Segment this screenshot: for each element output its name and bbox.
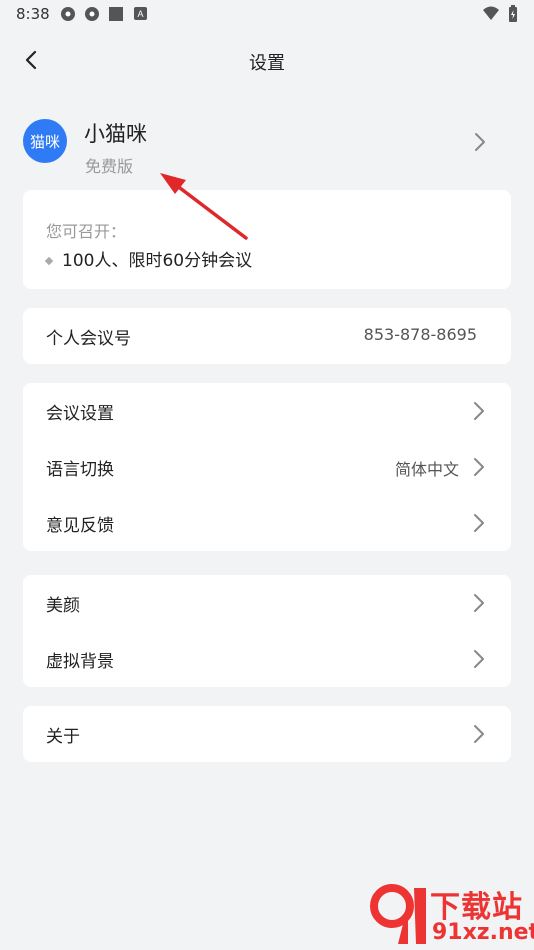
watermark-domain: 91xz.net — [432, 920, 534, 945]
language-row[interactable]: 语言切换 简体中文 — [23, 439, 511, 495]
chevron-right-icon — [474, 725, 484, 743]
virtual-background-label: 虚拟背景 — [46, 652, 114, 672]
wifi-icon — [483, 6, 499, 20]
battery-icon — [509, 5, 517, 22]
meeting-id-row[interactable]: 个人会议号 853-878-8695 — [23, 308, 511, 364]
language-label: 语言切换 — [46, 460, 114, 480]
chevron-right-icon — [475, 133, 485, 151]
meeting-settings-label: 会议设置 — [46, 404, 114, 424]
chevron-right-icon — [474, 594, 484, 612]
feedback-row[interactable]: 意见反馈 — [23, 495, 511, 551]
capability-item: 100人、限时60分钟会议 — [44, 246, 253, 271]
capability-title: 您可召开： — [46, 222, 127, 241]
language-value: 简体中文 — [394, 460, 459, 479]
plan-label: 免费版 — [85, 157, 134, 176]
site-logo-icon — [370, 884, 426, 944]
capability-card: 您可召开： 100人、限时60分钟会议 — [23, 190, 511, 289]
watermark: 下载站 91xz.net — [368, 880, 534, 950]
settings-card: 会议设置 语言切换 简体中文 意见反馈 — [23, 383, 511, 551]
top-bar: 设置 — [0, 38, 534, 82]
square-icon — [109, 7, 123, 21]
bullet-icon — [44, 256, 54, 266]
meeting-id-card: 个人会议号 853-878-8695 — [23, 308, 511, 364]
user-name: 小猫咪 — [84, 122, 147, 146]
status-bar: 8:38 A — [0, 0, 534, 28]
effects-card: 美颜 虚拟背景 — [23, 575, 511, 687]
chevron-right-icon — [474, 514, 484, 532]
notification-icon — [61, 7, 75, 21]
status-time: 8:38 — [16, 5, 50, 23]
profile-row[interactable]: 猫咪 小猫咪 免费版 — [0, 110, 534, 180]
beauty-label: 美颜 — [46, 596, 80, 616]
app-badge-icon: A — [134, 7, 147, 20]
svg-text:A: A — [137, 9, 143, 19]
meeting-id-value: 853-878-8695 — [363, 325, 477, 344]
chevron-right-icon — [474, 458, 484, 476]
about-card: 关于 — [23, 706, 511, 762]
chevron-right-icon — [474, 402, 484, 420]
beauty-row[interactable]: 美颜 — [23, 575, 511, 631]
about-row[interactable]: 关于 — [23, 706, 511, 762]
meeting-settings-row[interactable]: 会议设置 — [23, 383, 511, 439]
page-title: 设置 — [249, 53, 285, 74]
capability-item-text: 100人、限时60分钟会议 — [62, 251, 253, 271]
chevron-right-icon — [474, 650, 484, 668]
virtual-background-row[interactable]: 虚拟背景 — [23, 631, 511, 687]
avatar: 猫咪 — [23, 119, 67, 163]
feedback-label: 意见反馈 — [46, 516, 114, 536]
about-label: 关于 — [46, 727, 80, 747]
meeting-id-label: 个人会议号 — [46, 329, 131, 349]
notification-icon — [85, 7, 99, 21]
